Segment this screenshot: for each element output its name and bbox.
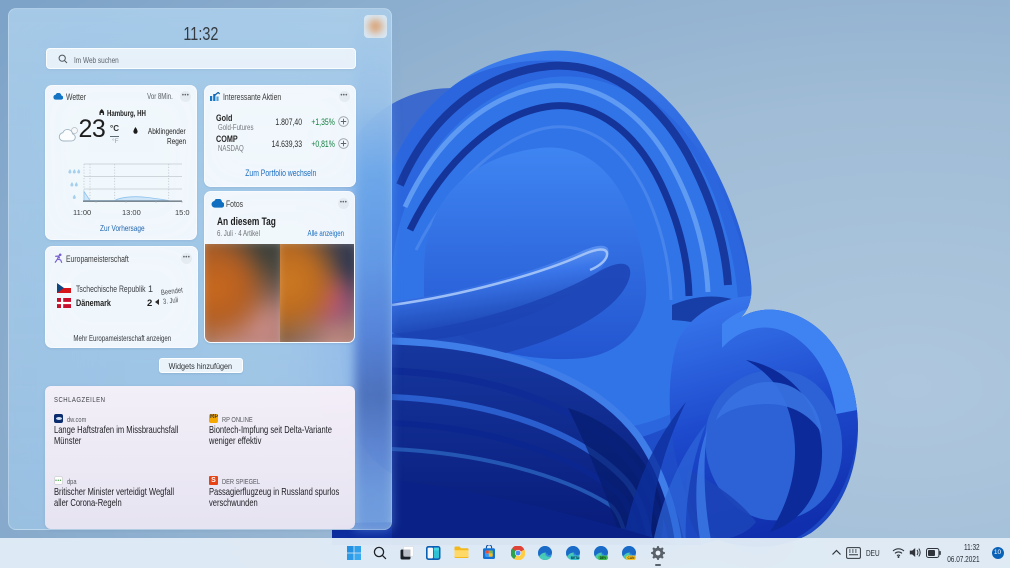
svg-text:BETA: BETA <box>571 556 580 560</box>
svg-text:DEV: DEV <box>600 556 607 560</box>
svg-text:CAN: CAN <box>628 556 636 560</box>
